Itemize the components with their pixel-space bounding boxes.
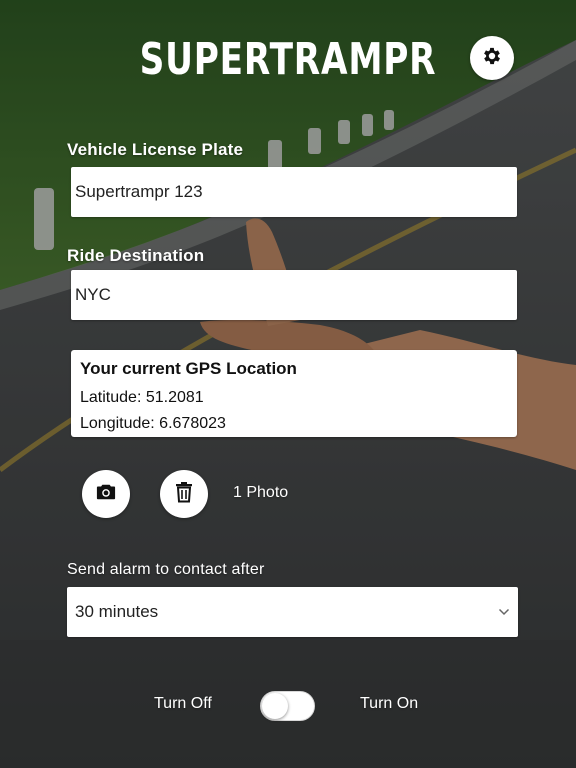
chevron-down-icon [498, 608, 510, 616]
gps-location-card: Your current GPS Location Latitude: 51.2… [71, 350, 517, 437]
plate-input[interactable] [71, 167, 517, 217]
toggle-off-label: Turn Off [154, 695, 212, 712]
alarm-delay-select[interactable]: 30 minutes [67, 587, 518, 637]
trash-icon [174, 481, 194, 508]
gps-longitude: Longitude: 6.678023 [80, 415, 226, 432]
destination-label: Ride Destination [67, 246, 205, 265]
gear-icon [481, 45, 503, 72]
take-photo-button[interactable] [82, 470, 130, 518]
destination-input[interactable] [71, 270, 517, 320]
app-title: SUPERTRAMPR [139, 34, 437, 85]
alarm-toggle[interactable] [260, 691, 315, 721]
delete-photo-button[interactable] [160, 470, 208, 518]
alarm-delay-value: 30 minutes [75, 602, 159, 621]
gps-title: Your current GPS Location [80, 359, 297, 378]
photo-count: 1 Photo [233, 484, 289, 501]
gps-latitude: Latitude: 51.2081 [80, 389, 204, 406]
toggle-on-label: Turn On [360, 695, 419, 712]
settings-button[interactable] [470, 36, 514, 80]
toggle-knob[interactable] [262, 693, 288, 719]
plate-label: Vehicle License Plate [67, 140, 244, 159]
alarm-label: Send alarm to contact after [67, 561, 265, 578]
camera-icon [95, 482, 117, 507]
